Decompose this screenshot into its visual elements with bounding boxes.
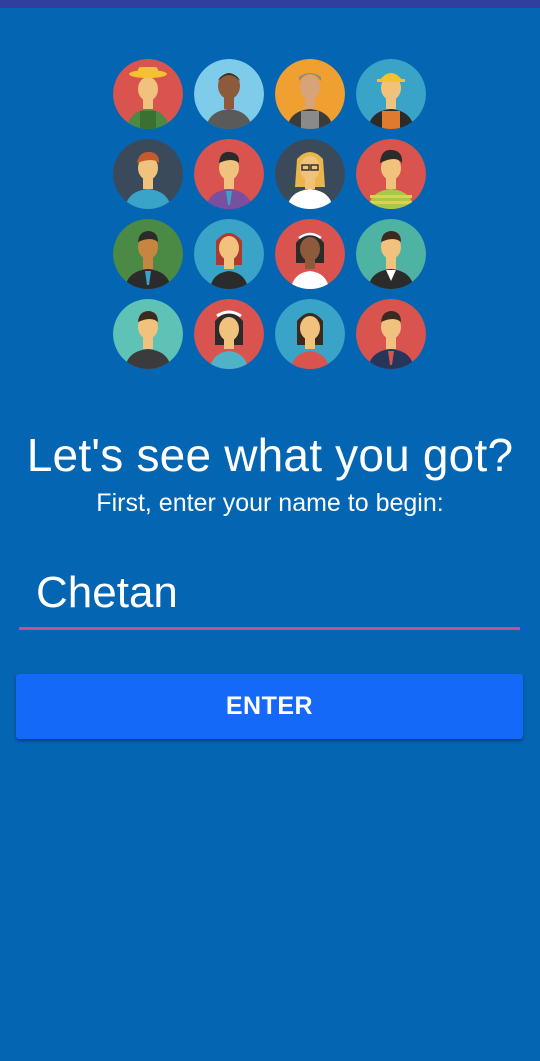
mechanic-avatar-icon	[275, 59, 345, 129]
woman-red-dress-avatar-icon	[275, 299, 345, 369]
woman-headband-avatar-icon	[275, 219, 345, 289]
enter-button[interactable]: ENTER	[16, 674, 523, 739]
young-man-avatar-icon	[113, 299, 183, 369]
construction-worker-avatar-icon	[356, 59, 426, 129]
blonde-woman-glasses-avatar-icon	[275, 139, 345, 209]
name-input[interactable]	[19, 558, 520, 630]
farmer-avatar-icon	[113, 59, 183, 129]
man-tuxedo-avatar-icon	[356, 219, 426, 289]
redhead-man-avatar-icon	[113, 139, 183, 209]
redhead-woman-avatar-icon	[194, 219, 264, 289]
bald-man-avatar-icon	[194, 59, 264, 129]
man-black-suit-avatar-icon	[113, 219, 183, 289]
bride-avatar-icon	[194, 299, 264, 369]
page-title: Let's see what you got?	[26, 429, 514, 481]
man-striped-shirt-avatar-icon	[356, 139, 426, 209]
subtitle: First, enter your name to begin:	[96, 489, 444, 517]
man-navy-suit-avatar-icon	[356, 299, 426, 369]
status-bar-strip	[0, 0, 540, 8]
avatar-grid	[113, 59, 427, 369]
businessman-purple-suit-avatar-icon	[194, 139, 264, 209]
